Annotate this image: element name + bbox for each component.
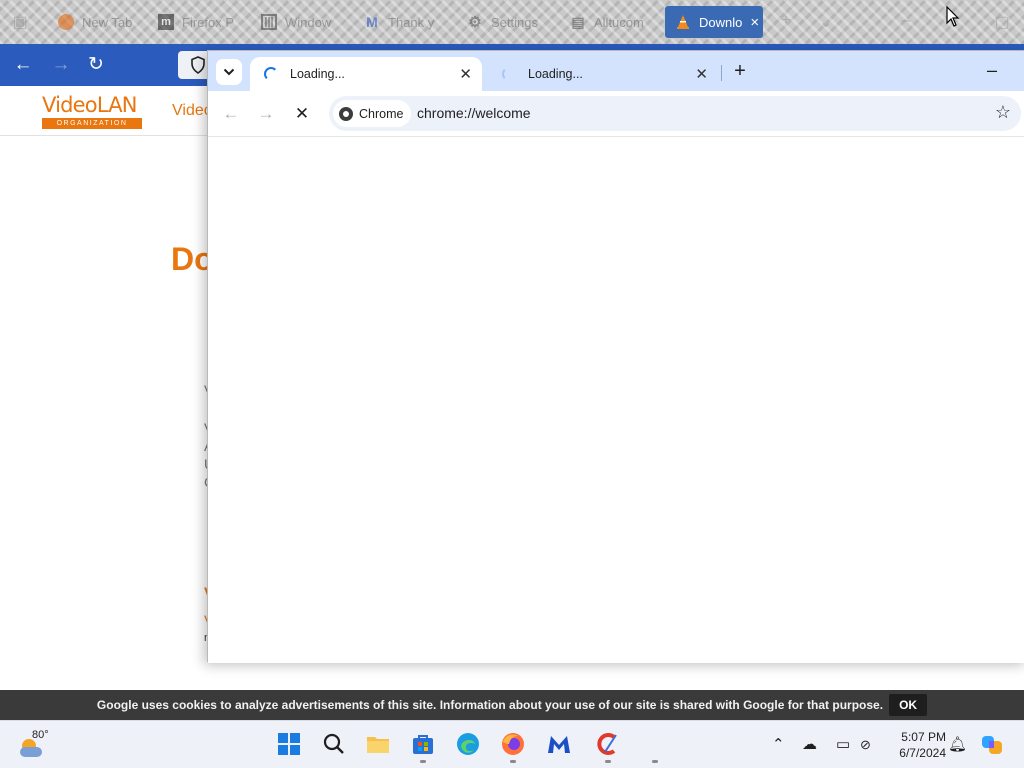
gear-icon: ⚙ <box>468 14 482 31</box>
taskbar: 80° ⌃ ☁ ▭ ⊘ 5:07 PM 6/7/2024 🔔︎ <box>0 720 1024 768</box>
network-icon[interactable]: ⊘ <box>860 737 871 753</box>
close-tab-icon[interactable]: × <box>750 14 759 31</box>
folder-icon <box>367 737 389 753</box>
close-tab-icon[interactable]: ✕ <box>459 65 472 83</box>
tab-title: Loading... <box>528 67 583 81</box>
firefox-logo-icon <box>58 14 74 30</box>
running-indicator <box>652 760 658 763</box>
search-button[interactable] <box>320 730 348 758</box>
chrome-tab-loading-2[interactable]: Loading... ✕ <box>488 57 718 91</box>
edge-button[interactable] <box>454 730 482 758</box>
chrome-tab-strip: Loading... ✕ Loading... ✕ + – <box>208 51 1024 91</box>
bookmark-star-icon[interactable]: ☆ <box>995 102 1011 123</box>
m-logo-icon: m <box>158 14 174 30</box>
logo-main-text: VideoLAN <box>42 93 138 117</box>
chrome-logo-icon <box>339 106 353 121</box>
reload-icon[interactable]: ↻ <box>85 54 107 76</box>
malwarebytes-logo-icon <box>548 736 570 753</box>
minimize-button[interactable]: – <box>980 59 1004 83</box>
malwarebytes-button[interactable] <box>545 730 573 758</box>
running-indicator <box>605 760 611 763</box>
chip-label: Chrome <box>359 106 404 121</box>
firefox-logo-icon <box>502 733 524 755</box>
microsoft-store-button[interactable] <box>409 730 437 763</box>
chrome-tab-loading[interactable]: Loading... ✕ <box>250 57 482 91</box>
firefox-view-icon[interactable]: ▣ <box>10 12 30 32</box>
tab-title: Alltucom <box>594 14 644 30</box>
chrome-page-content <box>208 137 1024 663</box>
firefox-tab-thank-you[interactable]: M Thank y <box>356 6 442 38</box>
tab-title: Settings <box>491 14 538 30</box>
tab-title: Thank y <box>388 14 435 30</box>
taskbar-app-slot[interactable] <box>641 730 669 763</box>
new-tab-icon[interactable]: + <box>776 12 796 32</box>
nav-item-video[interactable]: Videc <box>172 102 212 120</box>
back-icon[interactable]: ← <box>218 101 244 127</box>
start-button[interactable] <box>275 730 303 758</box>
new-tab-button[interactable]: + <box>728 59 752 83</box>
firefox-tab-alltucom[interactable]: ▤ Alltucom <box>562 6 652 38</box>
cloud-icon <box>20 747 42 757</box>
cookie-ok-button[interactable]: OK <box>889 694 928 716</box>
store-icon <box>413 735 433 754</box>
tab-title: Firefox P <box>182 14 235 30</box>
weather-temperature: 80° <box>32 729 49 741</box>
firefox-tab-new-tab[interactable]: New Tab <box>50 6 140 38</box>
videolan-logo[interactable]: VideoLAN ORGANIZATION <box>42 93 142 129</box>
onedrive-cloud-icon[interactable]: ☁ <box>802 735 817 753</box>
tab-title: Window <box>285 14 332 30</box>
minimize-icon[interactable]: – <box>896 12 916 32</box>
copilot-icon[interactable] <box>980 733 1004 757</box>
logo-sub-text: ORGANIZATION <box>42 118 142 129</box>
vlc-cone-icon <box>675 14 691 30</box>
forward-icon[interactable]: → <box>253 101 279 127</box>
search-icon <box>323 733 344 754</box>
edge-logo-icon <box>457 733 479 755</box>
stop-loading-icon[interactable]: ✕ <box>289 101 315 127</box>
chrome-window: Loading... ✕ Loading... ✕ + – ← → ✕ Chro… <box>207 50 1024 663</box>
running-indicator <box>510 760 516 763</box>
loading-spinner-icon <box>502 67 516 81</box>
firefox-tab-download[interactable]: Downlo × <box>665 6 763 38</box>
chevron-down-icon <box>223 68 235 76</box>
building-icon: ||| <box>261 14 277 30</box>
chrome-toolbar: ← → ✕ Chrome chrome://welcome ☆ <box>208 91 1024 137</box>
file-explorer-button[interactable] <box>364 730 392 758</box>
windows-logo-icon <box>278 733 300 755</box>
chevron-down-icon[interactable]: ⌄ <box>816 12 836 32</box>
ccleaner-button[interactable] <box>594 730 622 763</box>
clock-date: 6/7/2024 <box>899 746 946 760</box>
running-indicator <box>420 760 426 763</box>
tab-separator <box>721 65 722 81</box>
firefox-tab-strip: ▣ New Tab m Firefox P ||| Window M Thank… <box>0 0 1024 44</box>
forward-icon[interactable]: → <box>50 54 72 76</box>
close-window-icon[interactable]: ▢ <box>992 12 1012 32</box>
firefox-tab-firefox-p[interactable]: m Firefox P <box>150 6 242 38</box>
system-clock[interactable]: 5:07 PM 6/7/2024 <box>880 729 946 761</box>
cookie-banner: Google uses cookies to analyze advertise… <box>0 690 1024 720</box>
malwarebytes-logo-icon: M <box>366 14 378 30</box>
show-hidden-icons-chevron-icon[interactable]: ⌃ <box>772 735 785 753</box>
clock-time: 5:07 PM <box>901 730 946 744</box>
address-bar[interactable]: Chrome chrome://welcome ☆ <box>329 96 1021 131</box>
shield-icon <box>191 56 205 74</box>
tab-search-button[interactable] <box>216 59 242 85</box>
close-tab-icon[interactable]: ✕ <box>695 65 708 83</box>
cookie-banner-text: Google uses cookies to analyze advertise… <box>96 698 884 712</box>
mouse-cursor-icon <box>946 6 960 27</box>
display-icon[interactable]: ▭ <box>836 735 850 753</box>
firefox-button[interactable] <box>499 730 527 763</box>
back-icon[interactable]: ← <box>12 54 34 76</box>
chrome-chip[interactable]: Chrome <box>333 100 412 127</box>
tab-title: Loading... <box>290 67 345 81</box>
page-icon: ▤ <box>571 13 585 30</box>
firefox-tab-window[interactable]: ||| Window <box>253 6 339 38</box>
notification-bell-icon[interactable]: 🔔︎ <box>948 735 967 753</box>
tab-title: New Tab <box>82 14 133 30</box>
tab-title: Downlo <box>699 14 743 30</box>
url-text[interactable]: chrome://welcome <box>417 105 531 121</box>
loading-spinner-icon <box>264 67 278 81</box>
ccleaner-logo-icon <box>597 733 617 755</box>
firefox-tab-settings[interactable]: ⚙ Settings <box>459 6 546 38</box>
